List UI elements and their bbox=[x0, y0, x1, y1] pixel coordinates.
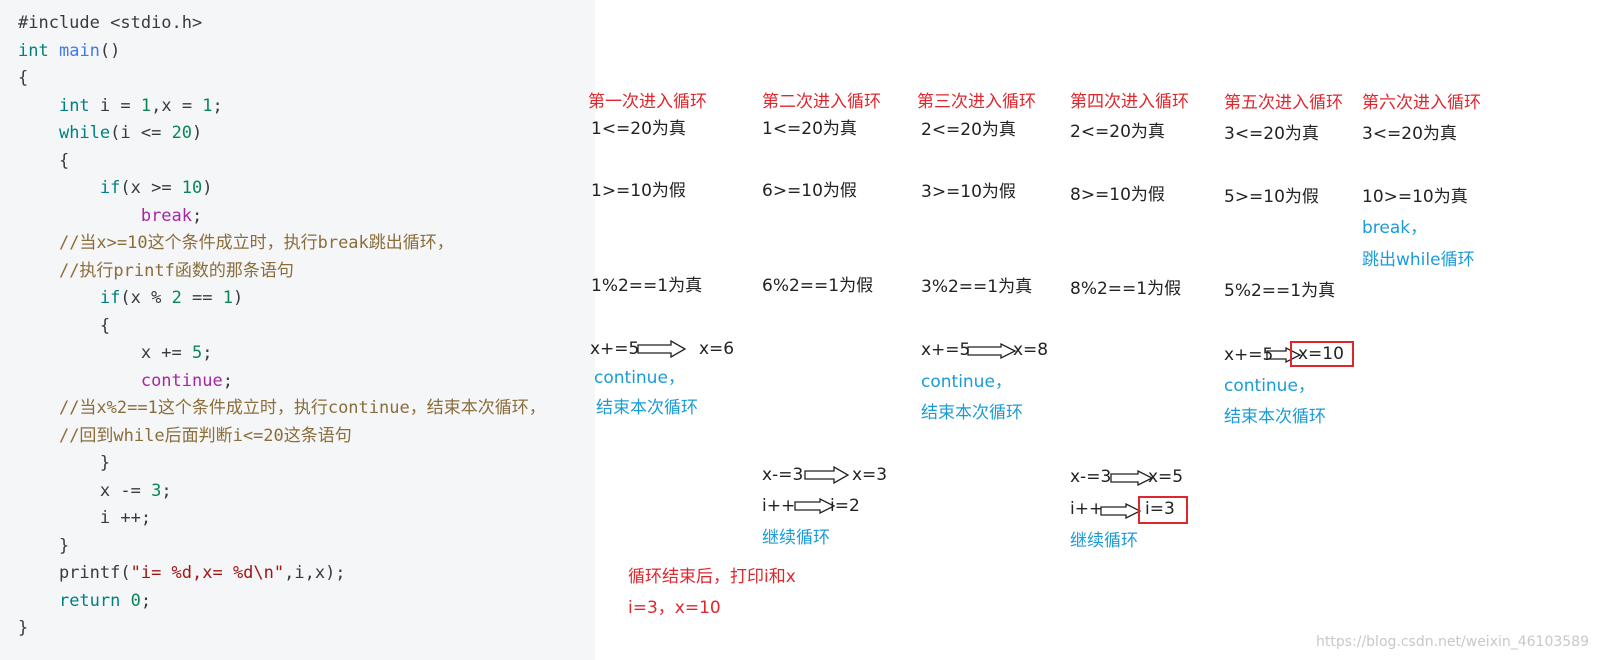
iteration-2-sub-left: x-=3 bbox=[762, 465, 804, 485]
code-line: continue; bbox=[140, 370, 233, 391]
code-line: { bbox=[18, 68, 29, 88]
iteration-2-sub-right: x=3 bbox=[852, 465, 888, 485]
iteration-5-continue-note: continue， bbox=[1224, 376, 1315, 396]
iteration-4-header: 第四次进入循环 bbox=[1070, 92, 1189, 112]
code-line: } bbox=[18, 453, 111, 473]
code-line: //当x%2==1这个条件成立时，执行continue，结束本次循环， bbox=[58, 398, 546, 418]
code-line: int i = 1,x = 1; bbox=[58, 95, 223, 116]
iteration-3-mod-condition: 3%2==1为真 bbox=[921, 277, 1033, 297]
iteration-3-loop-condition: 2<=20为真 bbox=[921, 120, 1016, 140]
code-line: if(x >= 10) bbox=[99, 178, 213, 198]
iteration-4-sub-left: x-=3 bbox=[1070, 467, 1112, 487]
summary-line-2: i=3，x=10 bbox=[628, 598, 721, 618]
code-line: } bbox=[18, 618, 29, 638]
iteration-1-loop-condition: 1<=20为真 bbox=[591, 119, 686, 139]
watermark: https://blog.csdn.net/weixin_46103589 bbox=[1315, 634, 1589, 650]
code-line: return 0; bbox=[58, 590, 152, 611]
iteration-2-mod-condition: 6%2==1为假 bbox=[762, 276, 874, 296]
iteration-4-break-condition: 8>=10为假 bbox=[1070, 185, 1165, 205]
iteration-5-add-right: x=10 bbox=[1298, 344, 1344, 364]
iteration-4-inc-right: i=3 bbox=[1145, 499, 1175, 519]
summary-line-1: 循环结束后，打印i和x bbox=[628, 567, 796, 587]
arrow-right-icon bbox=[804, 466, 850, 484]
arrow-right-icon bbox=[1100, 503, 1142, 519]
iteration-6-header: 第六次进入循环 bbox=[1362, 93, 1481, 113]
iteration-2-header: 第二次进入循环 bbox=[762, 92, 881, 112]
code-line: printf("i= %d,x= %d\n",i,x); bbox=[18, 563, 346, 583]
code-line: int main() bbox=[18, 40, 121, 61]
iteration-3-header: 第三次进入循环 bbox=[917, 92, 1036, 112]
iteration-1-mod-condition: 1%2==1为真 bbox=[591, 276, 703, 296]
code-line: while(i <= 20) bbox=[58, 123, 203, 143]
code-line: if(x % 2 == 1) bbox=[99, 288, 244, 308]
iteration-5-header: 第五次进入循环 bbox=[1224, 93, 1343, 113]
iteration-3-continue-note: continue， bbox=[921, 372, 1012, 392]
iteration-1-continue-note: continue， bbox=[594, 368, 685, 388]
iteration-5-continue-note-2: 结束本次循环 bbox=[1224, 407, 1326, 427]
iteration-2-inc-right: i=2 bbox=[830, 496, 860, 516]
code-line: break; bbox=[140, 205, 203, 226]
code-line: { bbox=[18, 315, 111, 336]
iteration-4-inc-left: i++ bbox=[1070, 499, 1104, 519]
iteration-5-mod-condition: 5%2==1为真 bbox=[1224, 281, 1336, 301]
iteration-4-continue-loop: 继续循环 bbox=[1070, 531, 1138, 551]
iteration-5-break-condition: 5>=10为假 bbox=[1224, 187, 1319, 207]
iteration-3-add-left: x+=5 bbox=[921, 340, 971, 360]
iteration-1-continue-note-2: 结束本次循环 bbox=[596, 398, 698, 418]
iteration-2-inc-left: i++ bbox=[762, 496, 796, 516]
iteration-6-break-note-2: 跳出while循环 bbox=[1362, 250, 1475, 270]
iteration-6-break-condition: 10>=10为真 bbox=[1362, 187, 1468, 207]
iteration-3-break-condition: 3>=10为假 bbox=[921, 182, 1016, 202]
code-panel: #include <stdio.h> int main() { int i = 1,… bbox=[0, 0, 595, 660]
code-line: { bbox=[18, 150, 70, 171]
code-line: //当x>=10这个条件成立时，执行break跳出循环， bbox=[58, 233, 454, 253]
iteration-2-loop-condition: 1<=20为真 bbox=[762, 119, 857, 139]
iteration-2-break-condition: 6>=10为假 bbox=[762, 181, 857, 201]
iteration-6-loop-condition: 3<=20为真 bbox=[1362, 124, 1457, 144]
iteration-3-add-right: x=8 bbox=[1013, 340, 1049, 360]
iteration-1-add-left: x+=5 bbox=[590, 339, 640, 359]
arrow-right-icon bbox=[967, 343, 1017, 359]
iteration-3-continue-note-2: 结束本次循环 bbox=[921, 403, 1023, 423]
code-line: //回到while后面判断i<=20这条语句 bbox=[58, 425, 352, 446]
iteration-4-loop-condition: 2<=20为真 bbox=[1070, 122, 1165, 142]
code-line: } bbox=[18, 535, 70, 556]
arrow-right-icon bbox=[637, 340, 687, 358]
iteration-1-header: 第一次进入循环 bbox=[588, 92, 707, 112]
code-line: //执行printf函数的那条语句 bbox=[58, 260, 294, 281]
iteration-4-mod-condition: 8%2==1为假 bbox=[1070, 279, 1182, 299]
iteration-5-loop-condition: 3<=20为真 bbox=[1224, 124, 1319, 144]
code-line: x -= 3; bbox=[18, 480, 172, 501]
code-line: i ++; bbox=[18, 508, 152, 528]
code-line: x += 5; bbox=[18, 343, 213, 363]
code-line: #include <stdio.h> bbox=[18, 13, 203, 33]
iteration-1-break-condition: 1>=10为假 bbox=[591, 181, 686, 201]
iteration-4-sub-right: x=5 bbox=[1148, 467, 1184, 487]
iteration-2-continue-loop: 继续循环 bbox=[762, 528, 830, 548]
iteration-6-break-note: break， bbox=[1362, 218, 1428, 238]
code-block: #include <stdio.h> int main() { int i = 1,… bbox=[18, 10, 546, 643]
iteration-1-add-right: x=6 bbox=[699, 339, 735, 359]
